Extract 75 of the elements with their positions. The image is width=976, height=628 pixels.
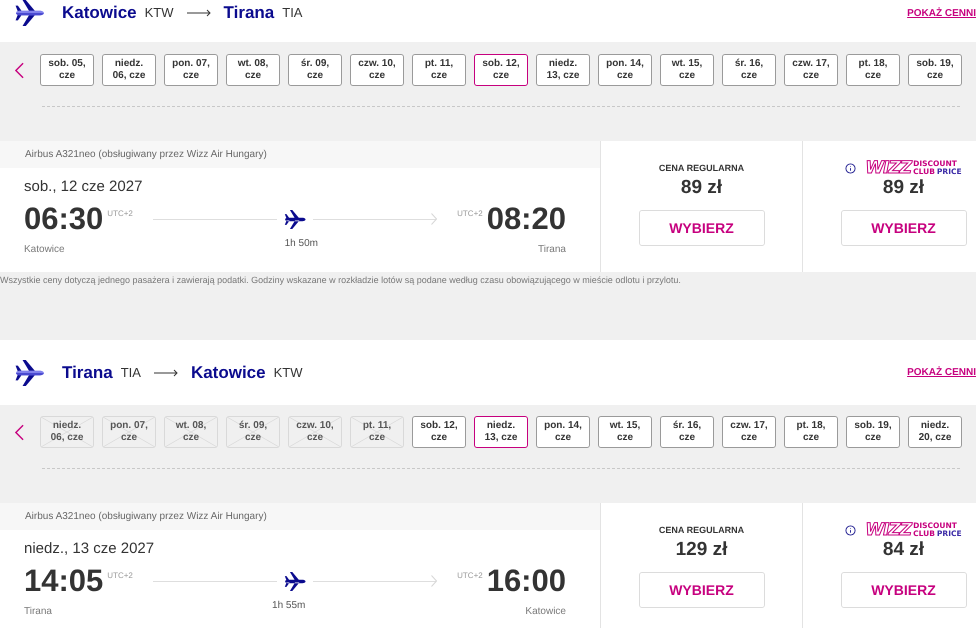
flight-duration: 1h 50m	[284, 238, 318, 250]
fare-label: CENA REGULARNA	[658, 162, 744, 174]
fare-label: CENA REGULARNA	[658, 524, 744, 536]
date-option[interactable]: sob. 19, cze	[846, 416, 900, 448]
date-option[interactable]: niedz. 06, cze	[102, 54, 156, 86]
airplane-icon	[284, 572, 306, 590]
aircraft-info: Airbus A321neo (obsługiwany przez Wizz Air Hungary)	[25, 148, 267, 162]
date-option[interactable]: śr. 09, cze	[288, 54, 342, 86]
arrival-time: 08:20	[486, 203, 566, 235]
destination-code: KTW	[274, 364, 302, 382]
long-arrow-icon	[186, 9, 211, 17]
date-option[interactable]: niedz. 13, cze	[536, 54, 590, 86]
info-icon[interactable]	[845, 524, 856, 536]
origin-code: TIA	[120, 364, 141, 382]
date-option[interactable]: niedz. 13, cze	[474, 416, 528, 448]
date-option[interactable]: wt. 08, cze	[226, 54, 280, 86]
destination-code: TIA	[282, 4, 302, 22]
brand-wordmark: WIZZ	[865, 160, 912, 176]
date-option[interactable]: sob. 05, cze	[40, 54, 94, 86]
brand-wordmark: WIZZ	[865, 522, 912, 538]
origin-city: Tirana	[62, 362, 113, 384]
select-button[interactable]: WYBIERZ	[840, 210, 966, 246]
date-option[interactable]: śr. 16, cze	[722, 54, 776, 86]
destination-city: Katowice	[190, 362, 266, 384]
price-list-link[interactable]: POKAŻ CENNI	[907, 6, 976, 20]
departure-city: Tirana	[24, 606, 52, 618]
timezone-label: UTC+2	[457, 571, 483, 581]
origin-city: Katowice	[62, 2, 137, 24]
arrival-city: Tirana	[538, 244, 566, 256]
airplane-icon	[284, 210, 306, 228]
arrival-time: 16:00	[486, 565, 566, 597]
flight-date: niedz., 13 cze 2027	[24, 540, 154, 558]
date-option[interactable]: pon. 14, cze	[536, 416, 590, 448]
date-option[interactable]: sob. 12, cze	[412, 416, 466, 448]
date-option[interactable]: czw. 17, cze	[722, 416, 776, 448]
chevron-left-icon	[14, 424, 24, 440]
timezone-label: UTC+2	[457, 209, 483, 219]
date-option[interactable]: pon. 07, cze	[164, 54, 218, 86]
date-option[interactable]: wt. 15, cze	[598, 416, 652, 448]
fare-price: 84 zł	[882, 539, 924, 561]
chevron-left-icon	[14, 62, 24, 78]
departure-time: 14:05	[24, 565, 104, 597]
timezone-label: UTC+2	[107, 571, 133, 581]
long-arrow-icon	[154, 368, 178, 376]
date-option[interactable]: śr. 16, cze	[660, 416, 714, 448]
select-button[interactable]: WYBIERZ	[840, 572, 966, 608]
fare-price: 129 zł	[676, 539, 728, 561]
destination-city: Tirana	[224, 2, 274, 24]
date-option[interactable]: czw. 17, cze	[784, 54, 838, 86]
date-option[interactable]: wt. 15, cze	[660, 54, 714, 86]
fare-price: 89 zł	[882, 177, 924, 199]
date-option[interactable]: pon. 14, cze	[598, 54, 652, 86]
date-option[interactable]: pt. 18, cze	[846, 54, 900, 86]
departure-city: Katowice	[24, 244, 65, 256]
flight-date: sob., 12 cze 2027	[24, 178, 142, 196]
select-button[interactable]: WYBIERZ	[638, 572, 764, 608]
date-option[interactable]: czw. 10, cze	[350, 54, 404, 86]
arrival-city: Katowice	[525, 606, 566, 618]
date-option[interactable]: sob. 12, cze	[474, 54, 528, 86]
flight-duration: 1h 55m	[272, 600, 306, 612]
timezone-label: UTC+2	[107, 209, 133, 219]
select-button[interactable]: WYBIERZ	[638, 210, 764, 246]
date-option[interactable]: niedz. 20, cze	[908, 416, 962, 448]
aircraft-info: Airbus A321neo (obsługiwany przez Wizz Air Hungary)	[25, 510, 267, 524]
departure-time: 06:30	[24, 203, 104, 235]
airplane-icon	[14, 0, 45, 26]
date-option[interactable]: pt. 11, cze	[412, 54, 466, 86]
date-option[interactable]: sob. 19, cze	[908, 54, 962, 86]
info-icon[interactable]	[845, 162, 856, 174]
origin-code: KTW	[144, 4, 174, 22]
airplane-icon	[14, 360, 45, 386]
fare-price: 89 zł	[680, 177, 722, 199]
disclaimer-text: Wszystkie ceny dotyczą jednego pasażera i zawierają podatki. Godziny wskazane w rozkładzie lotów są podane według czasu obowiązującego w mieście odlotu i przylotu.	[0, 275, 681, 286]
price-list-link[interactable]: POKAŻ CENNI	[907, 365, 976, 380]
date-option[interactable]: pt. 18, cze	[784, 416, 838, 448]
